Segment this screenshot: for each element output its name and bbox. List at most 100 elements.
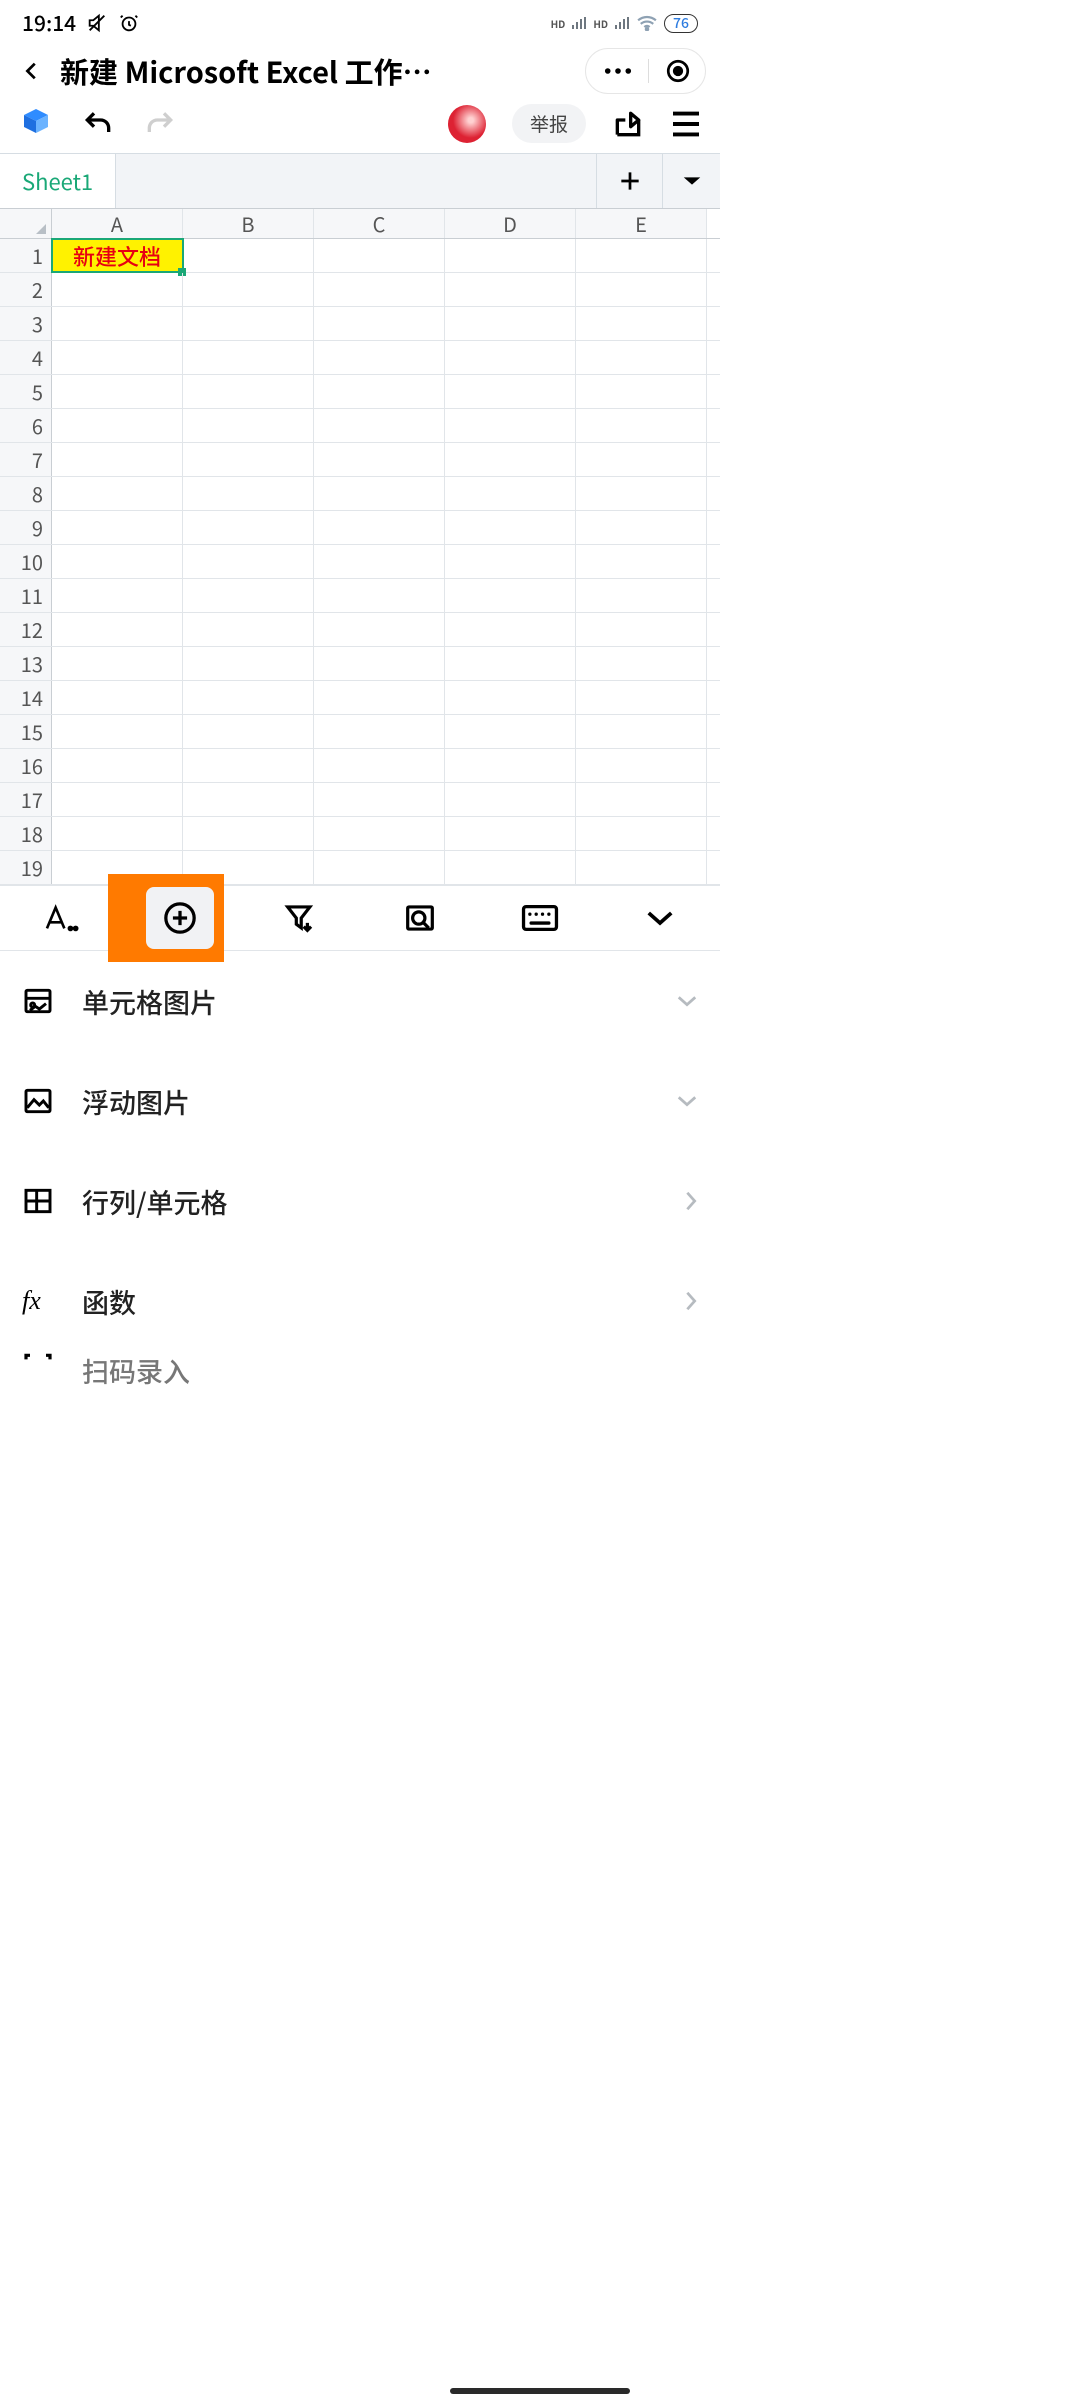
row-header[interactable]: 7 xyxy=(0,443,52,476)
cell[interactable] xyxy=(445,375,576,408)
cell[interactable] xyxy=(52,511,183,544)
cell[interactable] xyxy=(445,851,576,884)
cell[interactable] xyxy=(314,511,445,544)
cell[interactable] xyxy=(52,817,183,850)
cell[interactable] xyxy=(183,239,314,272)
cell[interactable] xyxy=(314,409,445,442)
cell[interactable] xyxy=(314,477,445,510)
cell[interactable] xyxy=(52,545,183,578)
col-header[interactable]: C xyxy=(314,209,445,238)
cell[interactable] xyxy=(52,681,183,714)
col-header[interactable]: D xyxy=(445,209,576,238)
cell[interactable] xyxy=(183,681,314,714)
row-header[interactable]: 17 xyxy=(0,783,52,816)
cell[interactable] xyxy=(576,273,707,306)
menu-item-float-image[interactable]: 浮动图片 xyxy=(22,1051,698,1151)
cell[interactable] xyxy=(183,817,314,850)
back-button[interactable] xyxy=(14,56,50,86)
cell[interactable] xyxy=(314,613,445,646)
redo-button[interactable] xyxy=(142,108,178,140)
cell[interactable] xyxy=(52,409,183,442)
cell[interactable] xyxy=(445,341,576,374)
cell[interactable] xyxy=(445,681,576,714)
cell[interactable] xyxy=(445,239,576,272)
menu-item-cell-image[interactable]: 单元格图片 xyxy=(22,951,698,1051)
row-header[interactable]: 14 xyxy=(0,681,52,714)
cell[interactable] xyxy=(445,647,576,680)
cell[interactable] xyxy=(52,579,183,612)
col-header[interactable]: B xyxy=(183,209,314,238)
cell-A1[interactable]: 新建文档 xyxy=(52,239,183,272)
collapse-panel[interactable] xyxy=(600,909,720,927)
cell[interactable] xyxy=(445,273,576,306)
cell[interactable] xyxy=(314,443,445,476)
sheet-menu-caret[interactable] xyxy=(662,154,720,208)
cell[interactable] xyxy=(314,783,445,816)
cell[interactable] xyxy=(314,647,445,680)
spreadsheet-grid[interactable]: A B C D E 1新建文档 2 3 4 5 6 7 8 9 10 11 12… xyxy=(0,208,720,885)
cell[interactable] xyxy=(314,749,445,782)
row-header[interactable]: 12 xyxy=(0,613,52,646)
cell[interactable] xyxy=(314,579,445,612)
row-header[interactable]: 1 xyxy=(0,239,52,272)
row-header[interactable]: 6 xyxy=(0,409,52,442)
row-header[interactable]: 13 xyxy=(0,647,52,680)
cell[interactable] xyxy=(314,817,445,850)
cell[interactable] xyxy=(52,613,183,646)
cell[interactable] xyxy=(183,749,314,782)
cell[interactable] xyxy=(576,647,707,680)
cell[interactable] xyxy=(445,545,576,578)
cell[interactable] xyxy=(52,749,183,782)
cell[interactable] xyxy=(314,307,445,340)
document-title[interactable]: 新建 Microsoft Excel 工作… xyxy=(60,50,575,92)
cell[interactable] xyxy=(576,851,707,884)
cell[interactable] xyxy=(52,273,183,306)
text-format-tab[interactable] xyxy=(0,901,120,935)
cell[interactable] xyxy=(52,307,183,340)
cell[interactable] xyxy=(445,443,576,476)
cell[interactable] xyxy=(445,715,576,748)
row-header[interactable]: 15 xyxy=(0,715,52,748)
cell[interactable] xyxy=(183,511,314,544)
cell[interactable] xyxy=(183,375,314,408)
cell[interactable] xyxy=(52,443,183,476)
add-sheet-button[interactable] xyxy=(596,154,662,208)
row-header[interactable]: 4 xyxy=(0,341,52,374)
cell[interactable] xyxy=(576,817,707,850)
cell[interactable] xyxy=(576,443,707,476)
cell[interactable] xyxy=(183,545,314,578)
cell[interactable] xyxy=(183,307,314,340)
cell[interactable] xyxy=(183,273,314,306)
cell[interactable] xyxy=(314,545,445,578)
cell[interactable] xyxy=(445,783,576,816)
cell[interactable] xyxy=(576,545,707,578)
report-button[interactable]: 举报 xyxy=(512,104,586,143)
insert-tab[interactable] xyxy=(120,887,240,949)
cell[interactable] xyxy=(576,749,707,782)
app-logo-icon[interactable] xyxy=(18,106,54,142)
cell[interactable] xyxy=(445,749,576,782)
select-all-corner[interactable] xyxy=(0,209,52,238)
cell[interactable] xyxy=(52,375,183,408)
filter-tab[interactable] xyxy=(240,902,360,934)
row-header[interactable]: 8 xyxy=(0,477,52,510)
cell[interactable] xyxy=(314,239,445,272)
cell[interactable] xyxy=(183,647,314,680)
menu-button[interactable] xyxy=(670,111,702,137)
cell[interactable] xyxy=(314,681,445,714)
sheet-tab-active[interactable]: Sheet1 xyxy=(0,154,116,208)
cell[interactable] xyxy=(314,273,445,306)
cell[interactable] xyxy=(183,715,314,748)
target-icon[interactable] xyxy=(665,58,691,84)
cell[interactable] xyxy=(314,851,445,884)
keyboard-tab[interactable] xyxy=(480,904,600,932)
cell[interactable] xyxy=(183,443,314,476)
col-header[interactable]: A xyxy=(52,209,183,238)
cell[interactable] xyxy=(445,477,576,510)
cell[interactable] xyxy=(576,409,707,442)
row-header[interactable]: 2 xyxy=(0,273,52,306)
cell[interactable] xyxy=(576,477,707,510)
user-avatar[interactable] xyxy=(448,105,486,143)
cell[interactable] xyxy=(314,375,445,408)
cell[interactable] xyxy=(576,681,707,714)
